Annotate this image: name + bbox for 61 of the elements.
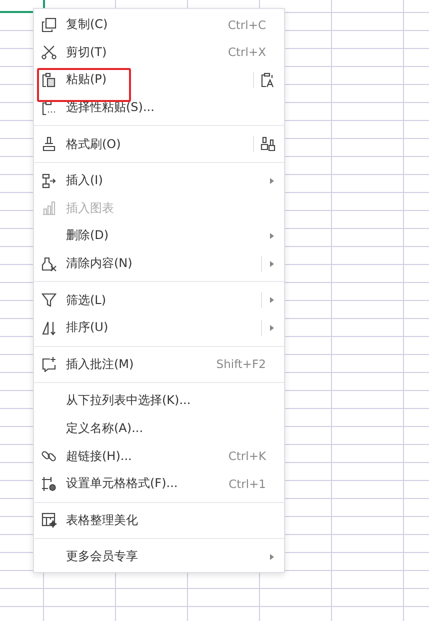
menu-item-label: 选择性粘贴(S)... [66, 99, 156, 116]
menu-item-label: 粘贴(P) [66, 71, 108, 88]
sort-icon [41, 320, 57, 336]
menu-item-label: 设置单元格格式(F)... [66, 475, 179, 492]
menu-item[interactable]: 定义名称(A)... [34, 414, 284, 442]
menu-item[interactable]: 更多会员专享 [34, 543, 284, 571]
brush-icon [41, 136, 57, 152]
shortcut-text: Ctrl+K [228, 449, 266, 464]
clipboard-icon [41, 72, 57, 88]
bar-chart-icon [41, 200, 57, 216]
submenu-arrow-icon [268, 297, 276, 304]
menu-item-label: 筛选(L) [66, 292, 108, 309]
menu-item[interactable]: 从下拉列表中选择(K)... [34, 387, 284, 415]
eraser-icon [41, 256, 57, 272]
shortcut-text: Ctrl+1 [228, 476, 266, 491]
menu-item[interactable]: 选择性粘贴(S)... [34, 94, 284, 122]
menu-item[interactable]: 清除内容(N) [34, 250, 284, 278]
menu-item[interactable]: 表格整理美化 [34, 506, 284, 534]
menu-item-label: 更多会员专享 [66, 548, 139, 566]
submenu-arrow-icon [268, 178, 276, 184]
menu-item-label: 复制(C) [66, 16, 109, 34]
menu-item-label: 删除(D) [66, 227, 110, 244]
shortcut-text: Shift+F2 [216, 357, 266, 372]
submenu-arrow-icon [268, 554, 276, 560]
menu-item-label: 从下拉列表中选择(K)... [66, 392, 192, 410]
menu-item-label: 表格整理美化 [66, 512, 139, 529]
submenu-arrow-icon [268, 232, 276, 239]
shortcut-text: Ctrl+X [228, 45, 266, 60]
menu-item-label: 插入(I) [66, 172, 104, 190]
menu-item[interactable]: 筛选(L) [34, 286, 284, 314]
submenu-arrow-icon [268, 260, 276, 267]
brush-icon [260, 136, 276, 152]
menu-item[interactable]: 剪切(T) Ctrl+X [34, 38, 284, 66]
table-sparkle-icon [41, 512, 57, 528]
menu-item-label: 排序(U) [66, 319, 110, 336]
menu-item-label: 定义名称(A)... [66, 420, 144, 438]
menu-item[interactable]: 设置单元格格式(F)... Ctrl+1 [34, 470, 284, 498]
menu-item[interactable]: 插入批注(M) Shift+F2 [34, 350, 284, 378]
cell-format-icon [41, 476, 57, 492]
menu-item-label: 格式刷(O) [66, 136, 122, 153]
menu-item[interactable]: 插入(I) [34, 166, 284, 195]
funnel-icon [41, 292, 57, 308]
comment-icon [41, 356, 57, 372]
menu-item-label: 插入图表 [66, 200, 115, 217]
clipboard-icon [41, 100, 57, 116]
menu-item-label: 清除内容(N) [66, 255, 134, 272]
scissors-icon [41, 44, 57, 60]
clipboard-text-icon [260, 72, 276, 88]
menu-item-label: 超链接(H)... [66, 448, 133, 465]
copy-icon [41, 16, 57, 33]
menu-item[interactable]: 排序(U) [34, 314, 284, 342]
menu-item-label: 剪切(T) [66, 44, 108, 61]
insert-icon [41, 172, 57, 189]
menu-item[interactable]: 超链接(H)... Ctrl+K [34, 442, 284, 470]
menu-item[interactable]: 粘贴(P) [34, 66, 284, 94]
shortcut-text: Ctrl+C [228, 18, 266, 32]
menu-item[interactable]: 格式刷(O) [34, 130, 284, 158]
menu-item[interactable]: 删除(D) [34, 222, 284, 250]
menu-item[interactable]: 复制(C) Ctrl+C [34, 11, 284, 39]
menu-item-label: 插入批注(M) [66, 356, 135, 373]
submenu-arrow-icon [268, 324, 276, 331]
